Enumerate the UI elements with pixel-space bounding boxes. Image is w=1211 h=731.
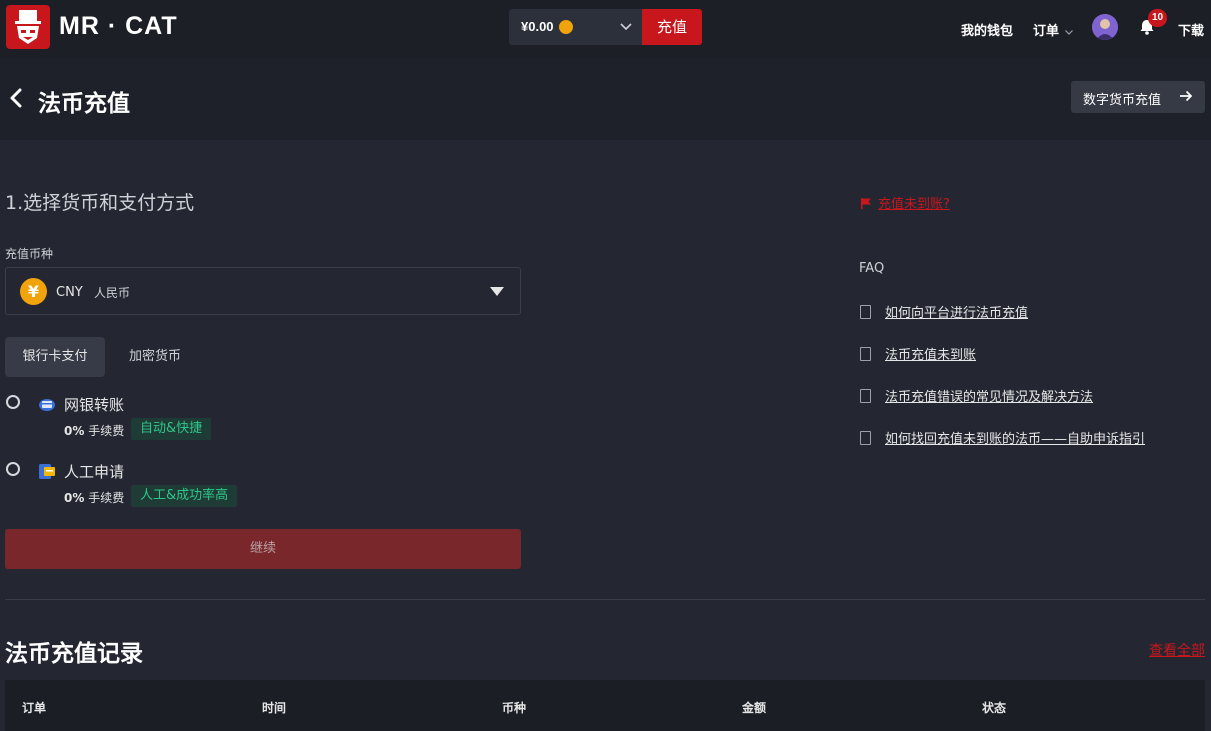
faq-item[interactable]: 法币充值未到账	[860, 344, 976, 363]
records-title: 法币充值记录	[5, 641, 143, 667]
method-name: 人工申请	[64, 463, 125, 481]
notification-badge: 10	[1148, 9, 1167, 27]
currency-code: CNY	[56, 285, 83, 300]
not-arrived-link[interactable]: 充值未到账?	[860, 193, 950, 213]
document-icon	[860, 347, 871, 361]
document-icon	[860, 389, 871, 403]
nav-my-wallet[interactable]: 我的钱包	[961, 20, 1013, 39]
faq-link[interactable]: 法币充值未到账	[885, 348, 976, 363]
fee-value: 0%	[64, 424, 85, 438]
divider	[5, 599, 1205, 600]
document-icon	[860, 431, 871, 445]
coin-icon	[559, 20, 573, 34]
page-title: 法币充值	[38, 91, 130, 117]
radio-online-banking[interactable]	[6, 395, 20, 409]
column-header-amount: 金额	[742, 701, 767, 715]
arrow-right-icon	[1179, 89, 1193, 107]
flag-icon	[860, 197, 872, 213]
bank-transfer-icon	[38, 395, 56, 413]
balance-amount: ¥0.00	[521, 19, 554, 34]
document-icon	[860, 305, 871, 319]
records-table-header: 订单 时间 币种 金额 状态	[5, 680, 1205, 731]
brand-logo-icon[interactable]	[6, 5, 50, 49]
crypto-topup-button[interactable]: 数字货币充值	[1071, 81, 1205, 113]
column-header-status: 状态	[982, 701, 1007, 715]
faq-link[interactable]: 如何向平台进行法币充值	[885, 306, 1028, 321]
page-header: 法币充值 数字货币充值	[0, 58, 1211, 140]
method-tag: 人工&成功率高	[131, 485, 238, 507]
topup-button[interactable]: 充值	[642, 9, 702, 45]
section-title: 1.选择货币和支付方式	[5, 192, 195, 214]
chevron-down-icon	[619, 18, 633, 37]
faq-item[interactable]: 如何向平台进行法币充值	[860, 302, 1028, 321]
column-header-currency: 币种	[502, 701, 527, 715]
fee-label: 手续费	[88, 424, 125, 438]
caret-down-icon	[490, 287, 504, 296]
radio-manual-request[interactable]	[6, 462, 20, 476]
faq-title: FAQ	[859, 261, 885, 276]
continue-button[interactable]: 继续	[5, 529, 521, 569]
faq-item[interactable]: 法币充值错误的常见情况及解决方法	[860, 386, 1093, 405]
balance-selector[interactable]: ¥0.00	[509, 9, 642, 45]
faq-link[interactable]: 如何找回充值未到账的法币——自助申诉指引	[885, 432, 1145, 447]
chevron-down-icon[interactable]	[1064, 22, 1074, 41]
top-navbar: MR · CAT ¥0.00 充值 我的钱包 订单 10 下载	[0, 0, 1211, 58]
tab-bank-card[interactable]: 银行卡支付	[5, 337, 105, 377]
brand-name[interactable]: MR · CAT	[59, 12, 178, 41]
nav-orders[interactable]: 订单	[1033, 20, 1059, 39]
yuan-icon: ¥	[20, 278, 47, 305]
faq-item[interactable]: 如何找回充值未到账的法币——自助申诉指引	[860, 428, 1145, 447]
fee-value: 0%	[64, 491, 85, 505]
tab-crypto[interactable]: 加密货币	[115, 337, 195, 377]
back-arrow-icon[interactable]	[9, 87, 23, 113]
currency-select[interactable]: ¥ CNY 人民币	[5, 267, 521, 315]
method-fee: 0% 手续费	[64, 422, 124, 439]
faq-link[interactable]: 法币充值错误的常见情况及解决方法	[885, 390, 1093, 405]
currency-label: 充值币种	[5, 247, 54, 261]
currency-name: 人民币	[94, 286, 131, 300]
method-tag: 自动&快捷	[131, 418, 212, 440]
column-header-time: 时间	[262, 701, 287, 715]
nav-download[interactable]: 下载	[1178, 20, 1204, 39]
view-all-link[interactable]: 查看全部	[1149, 640, 1205, 660]
fee-label: 手续费	[88, 491, 125, 505]
method-name: 网银转账	[64, 396, 125, 414]
manual-request-icon	[38, 462, 56, 480]
user-avatar[interactable]	[1092, 14, 1118, 40]
method-fee: 0% 手续费	[64, 489, 124, 506]
column-header-order: 订单	[22, 701, 47, 715]
not-arrived-text: 充值未到账?	[878, 197, 950, 212]
crypto-topup-label: 数字货币充值	[1083, 93, 1162, 108]
